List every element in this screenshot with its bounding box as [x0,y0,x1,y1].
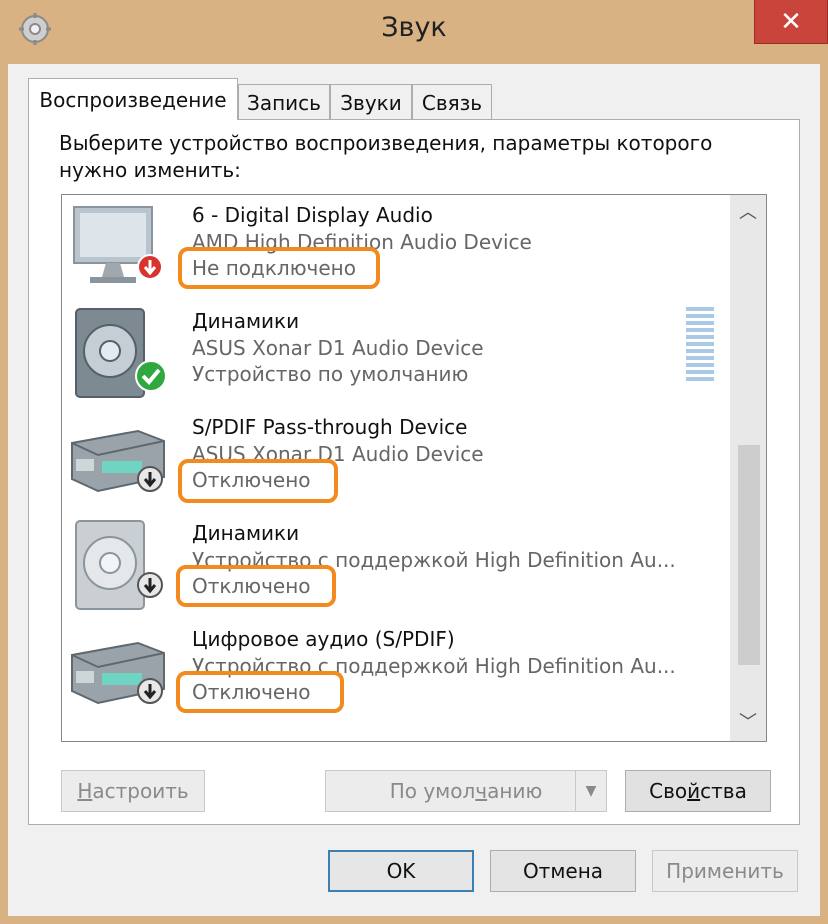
configure-button[interactable]: Настроить [61,770,205,812]
cancel-button[interactable]: Отмена [490,850,636,892]
close-icon: ✕ [780,7,802,37]
tab-recording[interactable]: Запись [238,84,330,120]
device-name: Динамики [192,309,300,333]
button-label-part: Сво [649,779,688,803]
button-hotkey: ч [475,779,488,803]
tab-communications[interactable]: Связь [412,84,492,120]
list-item[interactable]: S/PDIF Pass-through Device ASUS Xonar D1… [62,407,732,513]
scroll-up-icon[interactable]: ︿ [730,195,766,231]
gray-down-arrow-icon [137,466,163,492]
status-highlight [178,459,338,503]
apply-button[interactable]: Применить [652,850,798,892]
device-name: Динамики [192,521,300,545]
red-down-arrow-icon [137,254,163,280]
properties-button[interactable]: Свойства [625,770,771,812]
playback-panel: Выберите устройство воспроизведения, пар… [28,119,800,825]
button-label-part: ства [700,779,747,803]
green-check-icon [135,360,167,392]
device-list[interactable]: 6 - Digital Display Audio AMD High Defin… [61,194,767,742]
status-highlight [176,671,344,713]
gray-down-arrow-icon [137,678,163,704]
button-hotkey: й [687,779,701,803]
window-title: Звук [381,12,447,43]
scrollbar-thumb[interactable] [738,445,760,665]
ok-button[interactable]: OK [328,850,474,892]
status-highlight [176,565,336,607]
tab-sounds[interactable]: Звуки [330,84,412,120]
list-item[interactable]: 6 - Digital Display Audio AMD High Defin… [62,195,732,301]
device-name: Цифровое аудио (S/PDIF) [192,627,455,651]
volume-level-meter [686,307,714,387]
button-label-part: астроить [92,779,189,803]
list-item[interactable]: Динамики ASUS Xonar D1 Audio Device Устр… [62,301,732,407]
close-button[interactable]: ✕ [754,0,828,44]
button-hotkey: Н [77,779,93,803]
set-default-button[interactable]: По умолчанию ▼ [325,770,607,812]
sound-dialog: Звук ✕ Воспроизведение Запись Звуки Связ… [0,0,828,924]
title-bar[interactable]: Звук ✕ [0,0,828,64]
gray-down-arrow-icon [137,572,163,598]
scroll-down-icon[interactable]: ﹀ [730,705,766,741]
tab-playback[interactable]: Воспроизведение [28,78,238,120]
button-label-part: По умол [389,779,476,803]
status-highlight [178,247,380,289]
device-name: 6 - Digital Display Audio [192,203,433,227]
dropdown-arrow-icon[interactable]: ▼ [575,771,606,811]
device-description: ASUS Xonar D1 Audio Device [192,336,484,360]
device-name: S/PDIF Pass-through Device [192,415,468,439]
device-status: Устройство по умолчанию [192,362,469,386]
instruction-text: Выберите устройство воспроизведения, пар… [59,131,713,182]
dialog-client-area: Воспроизведение Запись Звуки Связь Выбер… [8,64,820,916]
list-item[interactable]: Цифровое аудио (S/PDIF) Устройство с под… [62,619,732,725]
list-scrollbar[interactable]: ︿ ﹀ [730,195,766,741]
button-label-part: анию [487,779,543,803]
list-item[interactable]: Динамики Устройство с поддержкой High De… [62,513,732,619]
